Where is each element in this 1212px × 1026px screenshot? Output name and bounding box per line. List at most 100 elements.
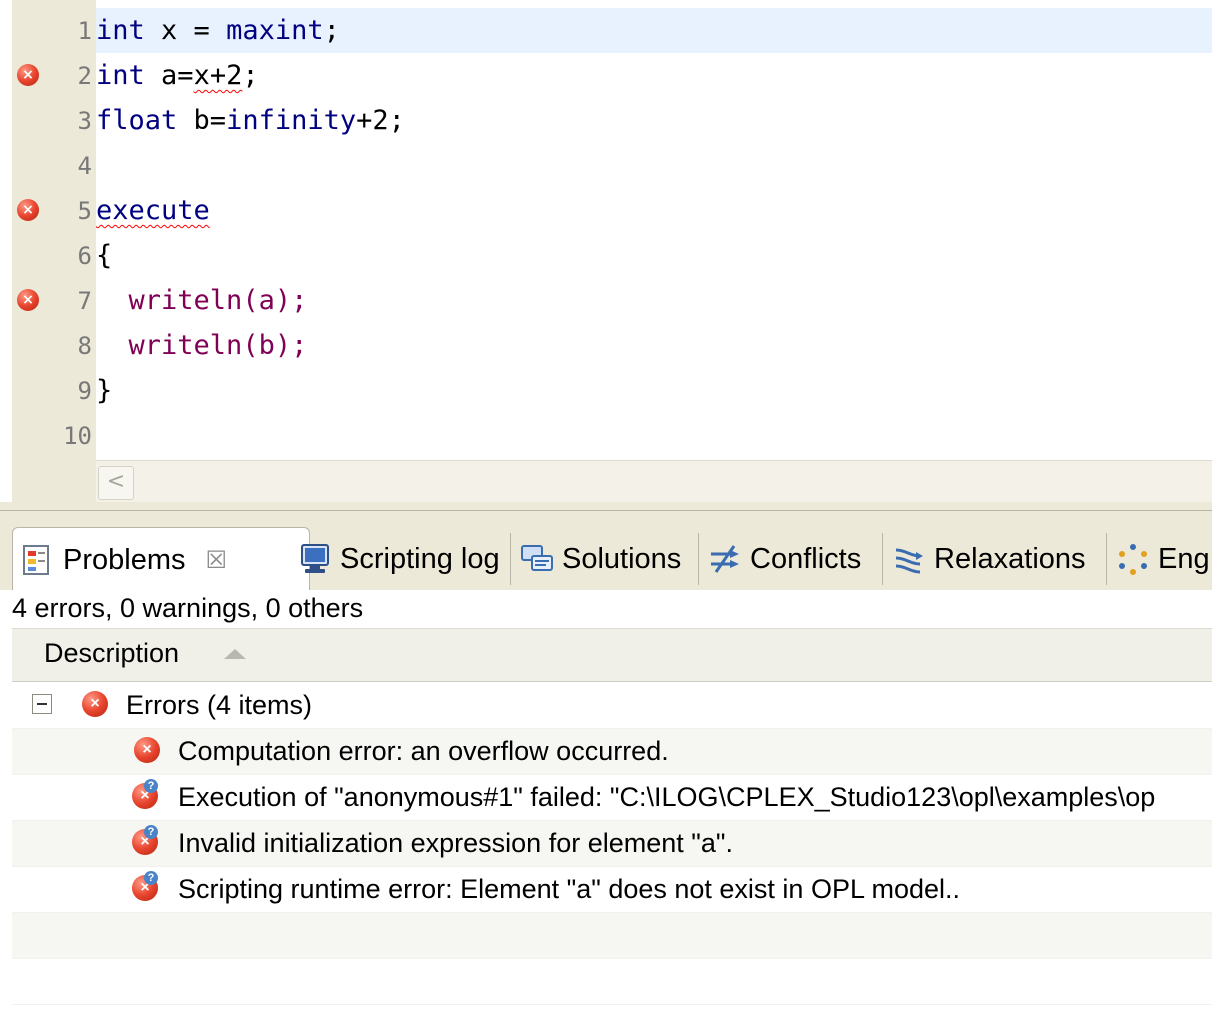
error-underlined-keyword: execute xyxy=(96,195,210,226)
horizontal-scrollbar[interactable]: < xyxy=(96,460,1212,503)
view-sash[interactable] xyxy=(0,502,1212,510)
tab-solutions[interactable]: Solutions xyxy=(520,527,681,591)
tab-label: Scripting log xyxy=(340,542,500,575)
line-number: 7 xyxy=(77,287,92,315)
tab-scripting-log[interactable]: Scripting log xyxy=(298,527,500,591)
error-question-icon: × ? xyxy=(132,779,162,809)
line-number: 2 xyxy=(77,62,92,90)
problems-icon xyxy=(23,545,49,575)
column-header-label: Description xyxy=(44,638,180,668)
tab-conflicts[interactable]: Conflicts xyxy=(708,527,861,591)
error-underlined-token: x+2 xyxy=(193,60,243,91)
line-number: 5 xyxy=(77,197,92,225)
gutter-line-6: 6 xyxy=(12,233,96,278)
tree-group-errors[interactable]: × Errors (4 items) xyxy=(12,683,1212,729)
line-number: 4 xyxy=(77,152,92,180)
engine-icon xyxy=(1119,544,1147,575)
code-token: } xyxy=(96,375,113,406)
code-token: { xyxy=(96,240,113,271)
code-line-2[interactable]: int a=x+2; xyxy=(96,53,1212,98)
gutter-line-2: × 2 xyxy=(12,53,96,98)
collapse-toggle-icon[interactable] xyxy=(32,694,52,714)
problem-row[interactable]: × ? Execution of "anonymous#1" failed: "… xyxy=(12,775,1212,821)
line-number-gutter: 1 × 2 3 4 × 5 6 × 7 8 9 10 xyxy=(12,0,96,508)
tab-label: Eng xyxy=(1158,542,1210,575)
code-editor[interactable]: 1 × 2 3 4 × 5 6 × 7 8 9 10 int x = maxin… xyxy=(0,0,1212,508)
question-badge: ? xyxy=(144,871,158,885)
keyword-token: int xyxy=(96,60,145,91)
problems-view: 4 errors, 0 warnings, 0 others Descripti… xyxy=(0,590,1212,1026)
line-number: 3 xyxy=(77,107,92,135)
error-marker-icon[interactable]: × xyxy=(17,199,39,221)
error-question-icon: × ? xyxy=(132,825,162,855)
gutter-line-8: 8 xyxy=(12,323,96,368)
problem-row[interactable]: × ? Invalid initialization expression fo… xyxy=(12,821,1212,867)
code-line-1[interactable]: int x = maxint; xyxy=(96,8,1212,53)
problem-row[interactable]: × ? Scripting runtime error: Element "a"… xyxy=(12,867,1212,913)
description-column-header[interactable]: Description xyxy=(12,628,1212,682)
error-marker-icon[interactable]: × xyxy=(17,289,39,311)
tab-separator xyxy=(510,533,511,585)
problem-row[interactable]: × Computation error: an overflow occurre… xyxy=(12,729,1212,775)
code-text-area[interactable]: int x = maxint; int a=x+2; float b=infin… xyxy=(96,0,1212,460)
solutions-icon xyxy=(521,545,553,571)
line-number: 8 xyxy=(77,332,92,360)
tab-label: Relaxations xyxy=(934,542,1086,575)
close-icon[interactable]: ☒ xyxy=(206,546,228,575)
question-badge: ? xyxy=(144,825,158,839)
keyword-token: float xyxy=(96,105,178,136)
relaxations-icon xyxy=(895,548,923,574)
line-number: 6 xyxy=(77,242,92,270)
gutter-line-5: × 5 xyxy=(12,188,96,233)
scroll-left-button[interactable]: < xyxy=(98,466,134,500)
keyword-token: maxint xyxy=(226,15,324,46)
line-number: 9 xyxy=(77,377,92,405)
monitor-icon xyxy=(301,544,329,573)
error-icon: × xyxy=(82,691,108,717)
conflicts-icon xyxy=(711,545,739,573)
code-line-5[interactable]: execute xyxy=(96,188,1212,233)
gutter-line-3: 3 xyxy=(12,98,96,143)
keyword-token: int xyxy=(96,15,145,46)
function-token: writeln xyxy=(128,285,243,316)
code-line-9[interactable]: } xyxy=(96,368,1212,413)
problem-description: Invalid initialization expression for el… xyxy=(178,828,733,858)
code-line-10[interactable] xyxy=(96,413,1212,458)
tab-relaxations[interactable]: Relaxations xyxy=(892,527,1086,591)
code-token: ; xyxy=(323,15,340,46)
gutter-line-4: 4 xyxy=(12,143,96,188)
empty-row xyxy=(12,959,1212,1005)
empty-row xyxy=(12,913,1212,959)
tab-label: Solutions xyxy=(562,542,682,575)
line-number: 10 xyxy=(63,422,92,450)
code-line-3[interactable]: float b=infinity+2; xyxy=(96,98,1212,143)
tab-separator xyxy=(882,533,883,585)
gutter-line-7: × 7 xyxy=(12,278,96,323)
editor-left-strip xyxy=(0,0,12,508)
tab-problems[interactable]: Problems ☒ xyxy=(12,527,310,592)
error-marker-icon[interactable]: × xyxy=(17,64,39,86)
code-line-8[interactable]: writeln(b); xyxy=(96,323,1212,368)
gutter-line-9: 9 xyxy=(12,368,96,413)
tab-label: Conflicts xyxy=(750,542,862,575)
code-token: (a); xyxy=(242,285,308,316)
code-line-6[interactable]: { xyxy=(96,233,1212,278)
code-token: b= xyxy=(177,105,227,136)
tab-separator xyxy=(1106,533,1107,585)
function-token: writeln xyxy=(128,330,243,361)
code-line-7[interactable]: writeln(a); xyxy=(96,278,1212,323)
tab-separator xyxy=(698,533,699,585)
problem-description: Scripting runtime error: Element "a" doe… xyxy=(178,874,961,904)
code-token: +2; xyxy=(356,105,405,136)
gutter-line-10: 10 xyxy=(12,413,96,458)
code-line-4[interactable] xyxy=(96,143,1212,188)
tab-engine[interactable]: Eng xyxy=(1116,527,1210,591)
problem-description: Computation error: an overflow occurred. xyxy=(178,736,669,766)
code-token: x = xyxy=(144,15,227,46)
line-number: 1 xyxy=(77,17,92,45)
code-token: (b); xyxy=(242,330,308,361)
code-token: ; xyxy=(242,60,259,91)
gutter-line-1: 1 xyxy=(12,8,96,53)
